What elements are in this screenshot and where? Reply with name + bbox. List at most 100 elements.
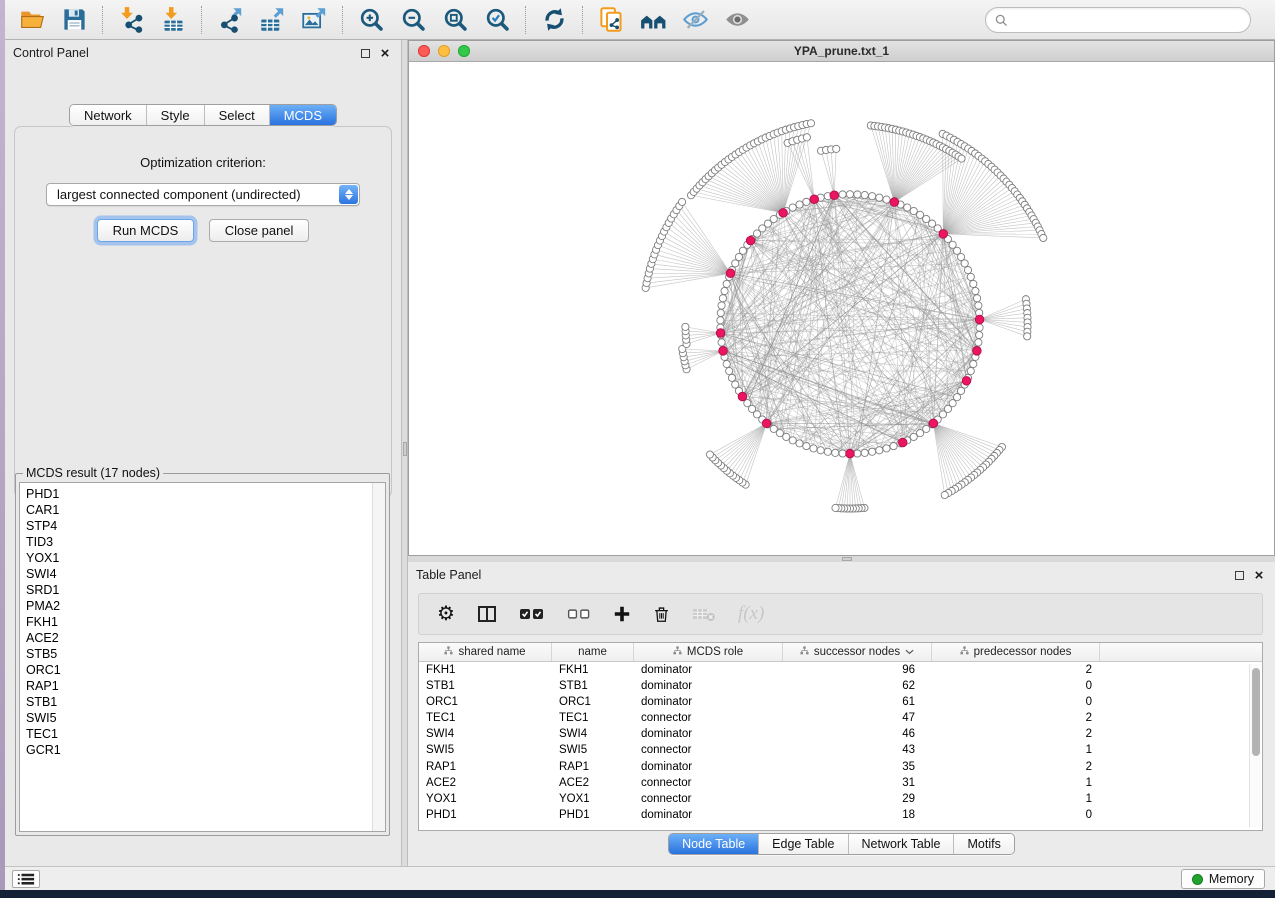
import-network-from-file-button[interactable] xyxy=(110,3,152,37)
graph-leaf-node[interactable] xyxy=(803,134,810,141)
graph-mcds-hub-node[interactable] xyxy=(779,209,788,218)
graph-mcds-hub-node[interactable] xyxy=(716,329,725,338)
graph-node[interactable] xyxy=(961,260,968,267)
graph-leaf-node[interactable] xyxy=(706,451,713,458)
graph-node[interactable] xyxy=(953,247,960,254)
graph-node[interactable] xyxy=(717,317,724,324)
table-cell[interactable]: 18 xyxy=(783,808,932,824)
graph-node[interactable] xyxy=(973,295,980,302)
graph-node[interactable] xyxy=(876,447,883,454)
column-gear-button[interactable]: ⚙ xyxy=(437,604,455,624)
mcds-result-item[interactable]: CAR1 xyxy=(26,502,385,518)
table-cell[interactable]: connector xyxy=(634,711,783,727)
table-cell[interactable]: SWI4 xyxy=(552,727,634,743)
hide-selected-button[interactable] xyxy=(674,3,716,37)
mcds-result-item[interactable]: STB5 xyxy=(26,646,385,662)
table-scrollbar[interactable] xyxy=(1249,664,1261,827)
column-header-successor-nodes[interactable]: successor nodes xyxy=(783,643,932,661)
graph-leaf-node[interactable] xyxy=(678,198,685,205)
table-cell[interactable]: FKH1 xyxy=(419,662,552,678)
table-row[interactable]: ACE2ACE2connector311 xyxy=(419,775,1262,791)
graph-mcds-hub-node[interactable] xyxy=(962,377,971,386)
graph-node[interactable] xyxy=(967,367,974,374)
graph-node[interactable] xyxy=(817,447,824,454)
table-row[interactable]: TEC1TEC1connector472 xyxy=(419,711,1262,727)
tab-select[interactable]: Select xyxy=(204,105,269,125)
table-cell[interactable]: dominator xyxy=(634,759,783,775)
show-graphics-details-button[interactable] xyxy=(716,3,758,37)
table-cell[interactable]: 1 xyxy=(932,743,1100,759)
table-cell[interactable]: 2 xyxy=(932,727,1100,743)
graph-mcds-hub-node[interactable] xyxy=(726,269,735,278)
table-cell[interactable]: YOX1 xyxy=(552,792,634,808)
control-panel-float-button[interactable] xyxy=(357,45,373,61)
mcds-result-item[interactable]: FKH1 xyxy=(26,614,385,630)
graph-node[interactable] xyxy=(854,450,861,457)
graph-node[interactable] xyxy=(876,194,883,201)
graph-node[interactable] xyxy=(869,448,876,455)
graph-node[interactable] xyxy=(957,387,964,394)
table-cell[interactable]: 35 xyxy=(783,759,932,775)
graph-node[interactable] xyxy=(721,287,728,294)
table-cell[interactable]: 96 xyxy=(783,662,932,678)
mcds-result-item[interactable]: STB1 xyxy=(26,694,385,710)
mcds-result-item[interactable]: SWI5 xyxy=(26,710,385,726)
graph-node[interactable] xyxy=(796,201,803,208)
graph-node[interactable] xyxy=(719,295,726,302)
graph-mcds-hub-node[interactable] xyxy=(830,191,839,200)
graph-node[interactable] xyxy=(890,442,897,449)
graph-node[interactable] xyxy=(910,433,917,440)
graph-node[interactable] xyxy=(728,374,735,381)
graph-node[interactable] xyxy=(854,191,861,198)
mcds-result-item[interactable]: STP4 xyxy=(26,518,385,534)
tab-node-table[interactable]: Node Table xyxy=(669,834,758,854)
tab-mcds[interactable]: MCDS xyxy=(269,105,336,125)
table-cell[interactable]: 43 xyxy=(783,743,932,759)
apply-layout-refresh-button[interactable] xyxy=(533,3,575,37)
table-cell[interactable]: SWI5 xyxy=(419,743,552,759)
table-cell[interactable]: dominator xyxy=(634,808,783,824)
table-cell[interactable]: 2 xyxy=(932,662,1100,678)
table-row[interactable]: SWI4SWI4dominator462 xyxy=(419,727,1262,743)
window-minimize-button[interactable] xyxy=(438,45,450,57)
table-cell[interactable]: 61 xyxy=(783,694,932,710)
select-all-button[interactable] xyxy=(519,604,545,624)
table-cell[interactable]: 1 xyxy=(932,792,1100,808)
table-cell[interactable]: dominator xyxy=(634,694,783,710)
graph-mcds-hub-node[interactable] xyxy=(738,392,747,401)
table-row[interactable]: SWI5SWI5connector431 xyxy=(419,743,1262,759)
table-cell[interactable]: FKH1 xyxy=(552,662,634,678)
table-row[interactable]: STB1STB1dominator620 xyxy=(419,678,1262,694)
graph-mcds-hub-node[interactable] xyxy=(719,347,728,356)
table-cell[interactable]: SWI5 xyxy=(552,743,634,759)
tab-edge-table[interactable]: Edge Table xyxy=(758,834,847,854)
mcds-result-item[interactable]: TEC1 xyxy=(26,726,385,742)
graph-node[interactable] xyxy=(789,437,796,444)
graph-node[interactable] xyxy=(732,260,739,267)
column-header-shared-name[interactable]: shared name xyxy=(419,643,552,661)
table-cell[interactable]: 2 xyxy=(932,759,1100,775)
run-mcds-button[interactable]: Run MCDS xyxy=(97,219,195,242)
optimization-criterion-select[interactable]: largest connected component (undirected) xyxy=(46,183,360,206)
table-cell[interactable]: 0 xyxy=(932,808,1100,824)
table-panel-float-button[interactable] xyxy=(1231,567,1247,583)
graph-node[interactable] xyxy=(803,442,810,449)
table-row[interactable]: ORC1ORC1dominator610 xyxy=(419,694,1262,710)
add-column-button[interactable] xyxy=(613,604,631,624)
splitter-grip-icon[interactable] xyxy=(842,557,852,561)
table-cell[interactable]: TEC1 xyxy=(552,711,634,727)
mcds-result-item[interactable]: SRD1 xyxy=(26,582,385,598)
table-cell[interactable]: 0 xyxy=(932,694,1100,710)
zoom-selected-button[interactable] xyxy=(476,3,518,37)
graph-mcds-hub-node[interactable] xyxy=(746,236,755,245)
window-close-button[interactable] xyxy=(418,45,430,57)
graph-node[interactable] xyxy=(883,196,890,203)
mcds-result-item[interactable]: RAP1 xyxy=(26,678,385,694)
table-cell[interactable]: connector xyxy=(634,775,783,791)
deselect-all-button[interactable] xyxy=(567,604,591,624)
table-cell[interactable]: connector xyxy=(634,792,783,808)
mcds-result-item[interactable]: PHD1 xyxy=(26,486,385,502)
graph-leaf-node[interactable] xyxy=(832,504,839,511)
graph-node[interactable] xyxy=(917,430,924,437)
graph-leaf-node[interactable] xyxy=(941,491,948,498)
